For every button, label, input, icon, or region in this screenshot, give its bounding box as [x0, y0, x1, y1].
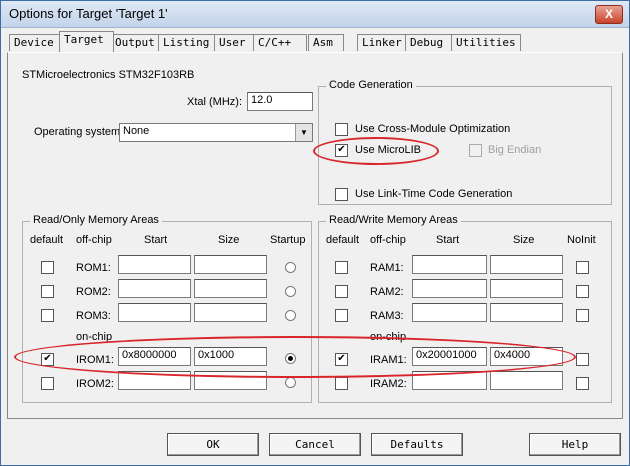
cross-module-checkbox[interactable] — [335, 123, 348, 136]
rom-header-default: default — [30, 234, 64, 246]
iram1-noinit-checkbox[interactable] — [576, 353, 589, 366]
rom-header-size: Size — [218, 234, 240, 246]
tab-output[interactable]: Output — [110, 34, 165, 51]
tab-linker[interactable]: Linker — [357, 34, 410, 51]
ok-button[interactable]: OK — [167, 433, 259, 456]
tab-target[interactable]: Target — [59, 31, 114, 52]
os-select-value: None — [123, 125, 150, 137]
rom-header-startup: Startup — [270, 234, 306, 246]
rom3-start-input[interactable] — [118, 303, 191, 322]
big-endian-checkbox — [469, 144, 482, 157]
link-time-checkbox[interactable] — [335, 188, 348, 201]
ram1-noinit-checkbox[interactable] — [576, 261, 589, 274]
ram-header-size: Size — [513, 234, 535, 246]
os-label: Operating system: — [34, 126, 124, 138]
rom1-startup-radio[interactable] — [285, 262, 296, 273]
rom1-default-checkbox[interactable] — [41, 261, 54, 274]
irom2-default-checkbox[interactable] — [41, 377, 54, 390]
ram2-start-input[interactable] — [412, 279, 487, 298]
chevron-down-icon[interactable]: ▼ — [295, 124, 312, 141]
tab-utilities[interactable]: Utilities — [451, 34, 521, 51]
link-time-label: Use Link-Time Code Generation — [355, 188, 513, 200]
ram-group-title: Read/Write Memory Areas — [326, 214, 461, 226]
device-name: STMicroelectronics STM32F103RB — [22, 69, 195, 81]
ram1-label: RAM1: — [370, 262, 404, 274]
ram1-start-input[interactable] — [412, 255, 487, 274]
microlib-highlight-ellipse — [313, 137, 439, 165]
rom1-size-input[interactable] — [194, 255, 267, 274]
rom2-start-input[interactable] — [118, 279, 191, 298]
tab-device[interactable]: Device — [9, 34, 64, 51]
help-button[interactable]: Help — [529, 433, 621, 456]
xtal-label: Xtal (MHz): — [187, 96, 242, 108]
irom2-startup-radio[interactable] — [285, 377, 296, 388]
options-dialog: Options for Target 'Target 1' X Device T… — [0, 0, 630, 466]
iram2-label: IRAM2: — [370, 378, 407, 390]
rom3-label: ROM3: — [76, 310, 111, 322]
cross-module-label: Use Cross-Module Optimization — [355, 123, 511, 135]
tab-debug[interactable]: Debug — [405, 34, 453, 51]
tab-user[interactable]: User — [214, 34, 258, 51]
ram3-default-checkbox[interactable] — [335, 309, 348, 322]
iram2-default-checkbox[interactable] — [335, 377, 348, 390]
close-button[interactable]: X — [595, 5, 623, 24]
rom-group-title: Read/Only Memory Areas — [30, 214, 162, 226]
ram-header-start: Start — [436, 234, 460, 246]
big-endian-label: Big Endian — [488, 144, 542, 156]
window-title: Options for Target 'Target 1' — [9, 6, 168, 21]
ram2-default-checkbox[interactable] — [335, 285, 348, 298]
rom2-size-input[interactable] — [194, 279, 267, 298]
tab-asm[interactable]: Asm — [308, 34, 344, 51]
xtal-input[interactable]: 12.0 — [247, 92, 313, 111]
rom2-default-checkbox[interactable] — [41, 285, 54, 298]
rom3-size-input[interactable] — [194, 303, 267, 322]
ram1-default-checkbox[interactable] — [335, 261, 348, 274]
tab-listing[interactable]: Listing — [158, 34, 220, 51]
irom2-label: IROM2: — [76, 378, 114, 390]
ram3-noinit-checkbox[interactable] — [576, 309, 589, 322]
iram2-size-input[interactable] — [490, 371, 563, 390]
defaults-button[interactable]: Defaults — [371, 433, 463, 456]
rom1-label: ROM1: — [76, 262, 111, 274]
ram3-start-input[interactable] — [412, 303, 487, 322]
rom-header-offchip: off-chip — [76, 234, 112, 246]
os-select[interactable]: None ▼ — [119, 123, 313, 142]
ram2-label: RAM2: — [370, 286, 404, 298]
onchip-highlight-ellipse — [14, 336, 576, 378]
rom3-default-checkbox[interactable] — [41, 309, 54, 322]
ram-header-noinit: NoInit — [567, 234, 596, 246]
rom1-start-input[interactable] — [118, 255, 191, 274]
title-bar: Options for Target 'Target 1' X — [1, 1, 629, 28]
ram-header-offchip: off-chip — [370, 234, 406, 246]
rom3-startup-radio[interactable] — [285, 310, 296, 321]
ram3-label: RAM3: — [370, 310, 404, 322]
target-panel: STMicroelectronics STM32F103RB Xtal (MHz… — [7, 52, 623, 419]
code-generation-title: Code Generation — [326, 79, 416, 91]
ram-header-default: default — [326, 234, 360, 246]
ram2-size-input[interactable] — [490, 279, 563, 298]
tab-c-cpp[interactable]: C/C++ — [253, 34, 307, 51]
rom2-startup-radio[interactable] — [285, 286, 296, 297]
rom2-label: ROM2: — [76, 286, 111, 298]
ram2-noinit-checkbox[interactable] — [576, 285, 589, 298]
cancel-button[interactable]: Cancel — [269, 433, 361, 456]
iram2-noinit-checkbox[interactable] — [576, 377, 589, 390]
ram1-size-input[interactable] — [490, 255, 563, 274]
rom-header-start: Start — [144, 234, 168, 246]
ram3-size-input[interactable] — [490, 303, 563, 322]
